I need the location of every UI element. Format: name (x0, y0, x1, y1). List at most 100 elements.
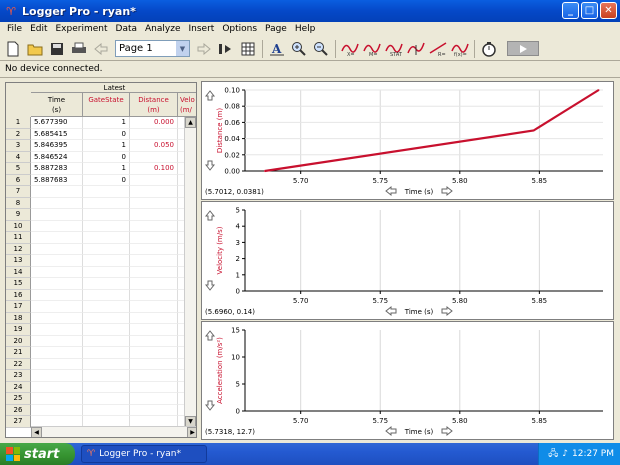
table-cell-distance[interactable] (130, 174, 178, 186)
print-icon[interactable] (69, 39, 89, 59)
tangent-icon[interactable]: M= (362, 39, 382, 59)
menu-help[interactable]: Help (291, 23, 320, 36)
row-number[interactable]: 22 (6, 358, 31, 370)
table-row[interactable]: 22 (6, 358, 196, 370)
table-cell-time[interactable] (31, 324, 83, 336)
menu-edit[interactable]: Edit (26, 23, 51, 36)
table-row[interactable]: 12 (6, 243, 196, 255)
table-cell-time[interactable]: 5.846395 (31, 140, 83, 152)
title-bar[interactable]: ♈ Logger Pro - ryan* _ □ ✕ (0, 0, 620, 22)
acceleration-graph[interactable]: 15 10 5 0 5.70 5.75 5.80 5.85 Acceleration (m/s²… (201, 321, 614, 440)
curve-fit-icon[interactable]: f(x)= (450, 39, 470, 59)
table-cell-distance[interactable] (130, 347, 178, 359)
table-row[interactable]: 7 (6, 186, 196, 198)
table-cell-gate[interactable] (83, 255, 130, 267)
table-cell-distance[interactable] (130, 278, 178, 290)
y-scale-up-icon[interactable] (204, 210, 216, 221)
scroll-right-icon[interactable]: ▶ (187, 427, 196, 437)
row-number[interactable]: 6 (6, 174, 31, 186)
table-cell-time[interactable] (31, 381, 83, 393)
x-axis-label[interactable]: Time (s) (404, 428, 434, 436)
table-cell-distance[interactable] (130, 335, 178, 347)
table-cell-distance[interactable]: 0.100 (130, 163, 178, 175)
row-number[interactable]: 26 (6, 404, 31, 416)
data-point[interactable] (532, 129, 535, 132)
row-number[interactable]: 7 (6, 186, 31, 198)
y-scale-down-icon[interactable] (204, 400, 216, 411)
table-cell-gate[interactable] (83, 404, 130, 416)
table-cell-distance[interactable] (130, 404, 178, 416)
row-number[interactable]: 14 (6, 266, 31, 278)
table-cell-time[interactable] (31, 255, 83, 267)
table-row[interactable]: 6 5.887683 0 (6, 174, 196, 186)
table-row[interactable]: 9 (6, 209, 196, 221)
table-row[interactable]: 16 (6, 289, 196, 301)
table-cell-gate[interactable]: 1 (83, 163, 130, 175)
x-axis-label[interactable]: Time (s) (404, 188, 434, 196)
maximize-button[interactable]: □ (581, 2, 598, 19)
table-cell-distance[interactable] (130, 358, 178, 370)
table-row[interactable]: 26 (6, 404, 196, 416)
row-number[interactable]: 16 (6, 289, 31, 301)
table-cell-time[interactable] (31, 266, 83, 278)
row-number[interactable]: 20 (6, 335, 31, 347)
collect-button[interactable] (507, 41, 539, 56)
row-number[interactable]: 4 (6, 151, 31, 163)
table-row[interactable]: 18 (6, 312, 196, 324)
table-cell-time[interactable]: 5.677390 (31, 117, 83, 129)
x-axis-label[interactable]: Time (s) (404, 308, 434, 316)
table-row[interactable]: 13 (6, 255, 196, 267)
table-icon[interactable] (238, 39, 258, 59)
table-cell-distance[interactable] (130, 312, 178, 324)
distance-plot[interactable]: 0.10 0.08 0.06 0.04 0.02 0.00 5.70 5.75 5.80 5.85… (202, 82, 614, 200)
table-cell-distance[interactable] (130, 370, 178, 382)
column-header-time[interactable]: Time (s) (31, 93, 83, 117)
table-cell-gate[interactable] (83, 220, 130, 232)
table-cell-time[interactable] (31, 186, 83, 198)
row-number[interactable]: 19 (6, 324, 31, 336)
linear-fit-icon[interactable]: R= (428, 39, 448, 59)
table-cell-distance[interactable] (130, 266, 178, 278)
table-cell-gate[interactable]: 0 (83, 151, 130, 163)
zoom-out-icon[interactable] (311, 39, 331, 59)
integral-icon[interactable] (406, 39, 426, 59)
table-cell-distance[interactable] (130, 289, 178, 301)
x-scale-right-icon[interactable] (441, 185, 453, 197)
table-cell-time[interactable] (31, 289, 83, 301)
table-cell-gate[interactable]: 1 (83, 117, 130, 129)
table-cell-distance[interactable] (130, 128, 178, 140)
table-cell-distance[interactable] (130, 255, 178, 267)
row-number[interactable]: 24 (6, 381, 31, 393)
table-cell-distance[interactable]: 0.050 (130, 140, 178, 152)
row-number[interactable]: 11 (6, 232, 31, 244)
table-row[interactable]: 5 5.887283 1 0.100 (6, 163, 196, 175)
table-cell-gate[interactable] (83, 243, 130, 255)
x-scale-left-icon[interactable] (385, 185, 397, 197)
data-point[interactable] (263, 170, 266, 172)
table-row[interactable]: 21 (6, 347, 196, 359)
row-number[interactable]: 13 (6, 255, 31, 267)
table-cell-time[interactable] (31, 243, 83, 255)
table-cell-distance[interactable]: 0.000 (130, 117, 178, 129)
table-row[interactable]: 17 (6, 301, 196, 313)
new-file-icon[interactable] (3, 39, 23, 59)
close-button[interactable]: ✕ (600, 2, 617, 19)
table-cell-time[interactable] (31, 347, 83, 359)
y-scale-down-icon[interactable] (204, 280, 216, 291)
examine-icon[interactable]: X= (340, 39, 360, 59)
y-scale-up-icon[interactable] (204, 90, 216, 101)
table-cell-time[interactable] (31, 197, 83, 209)
taskbar-logger-pro-button[interactable]: ♈ Logger Pro - ryan* (81, 445, 207, 463)
stopwatch-icon[interactable] (479, 39, 499, 59)
table-row[interactable]: 15 (6, 278, 196, 290)
table-cell-time[interactable] (31, 232, 83, 244)
table-cell-gate[interactable] (83, 186, 130, 198)
minimize-button[interactable]: _ (562, 2, 579, 19)
row-number[interactable]: 2 (6, 128, 31, 140)
table-vertical-scrollbar[interactable]: ▲ ▼ (184, 117, 196, 427)
y-scale-up-icon[interactable] (204, 330, 216, 341)
table-horizontal-scrollbar[interactable]: ◀ ▶ (31, 426, 196, 437)
table-row[interactable]: 24 (6, 381, 196, 393)
row-number[interactable]: 1 (6, 117, 31, 129)
table-row[interactable]: 4 5.846524 0 (6, 151, 196, 163)
